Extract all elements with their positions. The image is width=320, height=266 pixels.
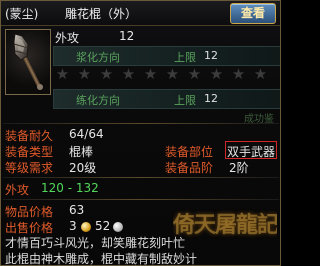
star-icon: ★ xyxy=(209,65,224,83)
description-line-2: 此棍由神木雕成，棍中藏有制敌妙计 xyxy=(5,252,198,266)
star-icon: ★ xyxy=(231,65,246,83)
tooltip-header: (蒙尘) 雕花棍（外） 查看 xyxy=(1,1,280,26)
silver-value: 52 xyxy=(95,219,111,233)
refine-slot-upper-label: 上限 xyxy=(174,94,196,107)
durability-label: 装备耐久 xyxy=(5,129,54,143)
star-icon: ★ xyxy=(77,65,92,83)
item-price-label: 物品价格 xyxy=(5,205,54,219)
refine-slot-1[interactable]: 浆化方向 上限 12 xyxy=(53,46,280,66)
type-value: 棍棒 xyxy=(69,145,94,159)
description-line-1: 才情百巧斗风光，却笑雕花刻叶忙 xyxy=(5,236,186,250)
refine-slot-upper-label: 上限 xyxy=(174,51,196,64)
level-req-value: 20级 xyxy=(69,161,97,175)
refine-slot-label: 练化方向 xyxy=(76,94,120,107)
silver-coin-icon xyxy=(113,222,123,232)
top-attack-label: 外攻 xyxy=(55,31,80,45)
item-name: 雕花棍（外） xyxy=(65,7,138,21)
top-attack-value: 12 xyxy=(119,29,135,43)
game-logo-watermark: 倚天屠龍記 xyxy=(173,205,277,243)
slot-label: 装备部位 xyxy=(165,145,214,159)
star-icon: ★ xyxy=(121,65,136,83)
view-button[interactable]: 查看 xyxy=(230,3,276,24)
divider xyxy=(3,123,279,124)
gold-value: 3 xyxy=(69,219,77,233)
item-prefix: (蒙尘) xyxy=(5,7,39,21)
star-icon: ★ xyxy=(253,65,268,83)
item-price-value: 63 xyxy=(69,203,85,217)
star-icon: ★ xyxy=(165,65,180,83)
refine-slot-upper-value: 12 xyxy=(204,92,218,105)
star-icon: ★ xyxy=(55,65,70,83)
grade-value: 2阶 xyxy=(229,161,249,175)
level-req-label: 等级需求 xyxy=(5,161,54,175)
refine-slot-label: 浆化方向 xyxy=(76,51,120,64)
durability-value: 64/64 xyxy=(69,127,104,141)
staff-icon xyxy=(13,33,43,90)
grade-label: 装备品阶 xyxy=(165,161,214,175)
star-icon: ★ xyxy=(187,65,202,83)
divider xyxy=(3,177,279,178)
item-icon-frame xyxy=(5,29,51,95)
game-logo-text: 倚天屠龍記 xyxy=(173,212,277,238)
gold-coin-icon xyxy=(81,222,91,232)
attack-label: 外攻 xyxy=(5,183,30,197)
item-tooltip-panel: (蒙尘) 雕花棍（外） 查看 外攻 12 浆化方向 上限 12 ★ ★ ★ ★ … xyxy=(0,0,281,266)
star-icon: ★ xyxy=(99,65,114,83)
star-icon: ★ xyxy=(143,65,158,83)
enhance-stars: ★ ★ ★ ★ ★ ★ ★ ★ ★ ★ xyxy=(53,66,279,84)
attack-value: 120 - 132 xyxy=(41,181,99,195)
refine-slot-upper-value: 12 xyxy=(204,49,218,62)
refine-slot-2[interactable]: 练化方向 上限 12 xyxy=(53,89,280,109)
divider xyxy=(3,199,279,200)
type-label: 装备类型 xyxy=(5,145,54,159)
slot-value: 双手武器 xyxy=(227,145,276,159)
